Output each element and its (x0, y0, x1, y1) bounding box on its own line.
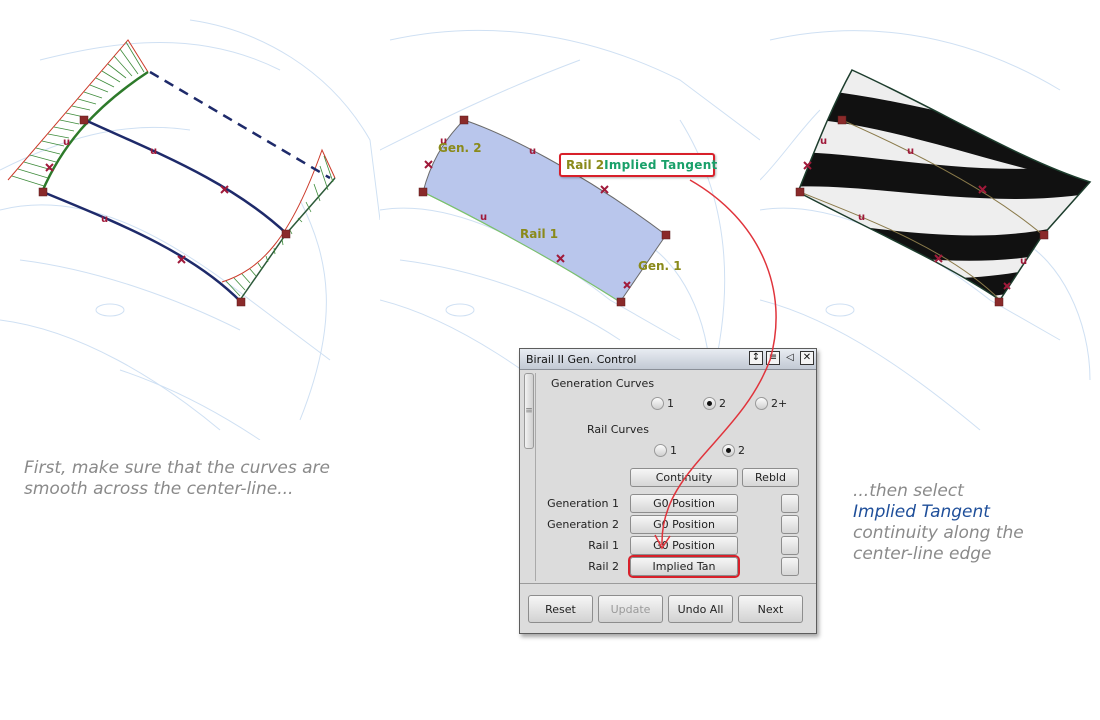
rail-curve-upper (84, 118, 289, 236)
gen1-label: Gen. 1 (638, 259, 682, 273)
row-label-generation-2: Generation 2 (547, 518, 619, 531)
reset-button[interactable]: Reset (528, 595, 593, 623)
left-viewport-curvature-combs: u u u (0, 19, 380, 440)
gen-curves-radio-2[interactable]: 2 (703, 397, 726, 410)
birail-control-dialog: Birail II Gen. Control ↕ ≡ ◁ ✕ ≡ Generat… (519, 348, 817, 634)
close-icon[interactable]: ✕ (800, 351, 814, 365)
caption-right-line-4: center-line edge (853, 544, 992, 564)
row-label-generation-1: Generation 1 (547, 497, 619, 510)
rail-1-rebuild-checkbox[interactable] (781, 536, 799, 555)
dialog-scrollbar[interactable]: ≡ (523, 373, 536, 581)
svg-text:u: u (480, 212, 487, 223)
generation-2-rebuild-checkbox[interactable] (781, 515, 799, 534)
caption-left-line-2: smooth across the center-line... (24, 479, 294, 499)
rail1-label: Rail 1 (520, 227, 558, 241)
caption-left-line-1: First, make sure that the curves are (24, 458, 330, 478)
svg-text:u: u (858, 212, 865, 223)
svg-text:u: u (1020, 256, 1027, 267)
dialog-titlebar[interactable]: Birail II Gen. Control ↕ ≡ ◁ ✕ (520, 349, 816, 370)
callout-continuity-label: Implied Tangent (604, 158, 718, 172)
caption-right-accent: Implied Tangent (853, 502, 990, 522)
svg-text:u: u (150, 146, 157, 157)
svg-text:u: u (63, 137, 70, 148)
resize-icon[interactable]: ↕ (749, 351, 763, 365)
collapse-left-icon[interactable]: ◁ (783, 351, 797, 365)
update-button[interactable]: Update (598, 595, 663, 623)
row-label-rail-1: Rail 1 (588, 539, 619, 552)
curvature-comb-gen2 (7, 39, 149, 193)
rail-curves-radio-1[interactable]: 1 (654, 444, 677, 457)
rail-curves-label: Rail Curves (587, 423, 649, 436)
rail2-implied-tangent-callout: Rail 2 Implied Tangent (559, 153, 718, 177)
rail-curves-radio-2[interactable]: 2 (722, 444, 745, 457)
caption-right-line-1: ...then select (853, 481, 964, 501)
rail-2-rebuild-checkbox[interactable] (781, 557, 799, 576)
callout-rail-label: Rail 2 (566, 158, 605, 172)
generation-2-continuity-button[interactable]: G0 Position (630, 515, 738, 534)
gen-curves-radio-1[interactable]: 1 (651, 397, 674, 410)
rebuild-button[interactable]: Rebld (742, 468, 799, 487)
svg-text:u: u (907, 146, 914, 157)
continuity-button[interactable]: Continuity (630, 468, 738, 487)
undo-all-button[interactable]: Undo All (668, 595, 733, 623)
caption-left: First, make sure that the curves are smo… (24, 458, 384, 500)
row-label-rail-2: Rail 2 (588, 560, 619, 573)
svg-text:u: u (529, 146, 536, 157)
dialog-title: Birail II Gen. Control (526, 352, 637, 366)
rail-2-continuity-button[interactable]: Implied Tan (630, 557, 738, 576)
svg-text:u: u (820, 136, 827, 147)
menu-icon[interactable]: ≡ (766, 351, 780, 365)
generation-1-rebuild-checkbox[interactable] (781, 494, 799, 513)
gen2-label: Gen. 2 (438, 141, 482, 155)
rail-1-continuity-button[interactable]: G0 Position (630, 536, 738, 555)
generation-1-continuity-button[interactable]: G0 Position (630, 494, 738, 513)
gen-curves-radio-2plus[interactable]: 2+ (755, 397, 787, 410)
rail-curve-lower (42, 190, 242, 303)
next-button[interactable]: Next (738, 595, 803, 623)
scroll-thumb[interactable]: ≡ (524, 373, 534, 449)
caption-right-line-3: continuity along the (853, 523, 1024, 543)
caption-right: ...then select Implied Tangent continuit… (853, 481, 1073, 565)
svg-text:u: u (101, 214, 108, 225)
generation-curves-label: Generation Curves (551, 377, 655, 390)
